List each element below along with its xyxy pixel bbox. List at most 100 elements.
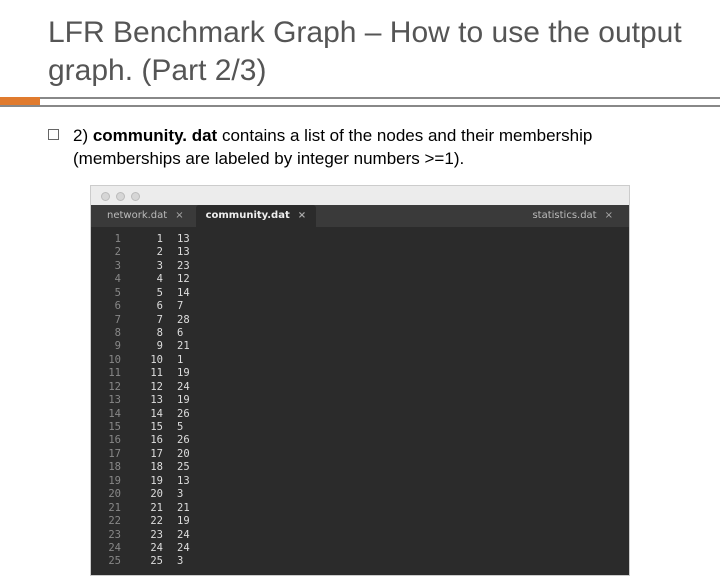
bullet-marker [48, 129, 59, 140]
membership-id: 13 [171, 246, 211, 259]
line-number: 11 [91, 367, 131, 380]
code-row: 111119 [91, 367, 629, 380]
code-row: 886 [91, 327, 629, 340]
code-row: 191913 [91, 475, 629, 488]
membership-id: 6 [171, 327, 211, 340]
line-number: 14 [91, 408, 131, 421]
line-number: 18 [91, 461, 131, 474]
bullet-filename: community. dat [93, 126, 217, 145]
editor-window: network.dat × community.dat × statistics… [90, 185, 630, 576]
code-row: 2213 [91, 246, 629, 259]
line-number: 5 [91, 287, 131, 300]
membership-id: 26 [171, 408, 211, 421]
tab-statistics[interactable]: statistics.dat × [522, 205, 629, 227]
membership-id: 28 [171, 314, 211, 327]
node-id: 14 [131, 408, 171, 421]
code-row: 242424 [91, 542, 629, 555]
code-row: 4412 [91, 273, 629, 286]
node-id: 1 [131, 233, 171, 246]
line-number: 17 [91, 448, 131, 461]
line-number: 3 [91, 260, 131, 273]
bullet-item: 2) community. dat contains a list of the… [48, 125, 672, 171]
line-number: 25 [91, 555, 131, 568]
tab-community[interactable]: community.dat × [196, 205, 317, 227]
code-row: 9921 [91, 340, 629, 353]
code-row: 181825 [91, 461, 629, 474]
node-id: 24 [131, 542, 171, 555]
membership-id: 21 [171, 502, 211, 515]
bullet-prefix: 2) [73, 126, 93, 145]
code-row: 141426 [91, 408, 629, 421]
code-row: 10101 [91, 354, 629, 367]
membership-id: 19 [171, 515, 211, 528]
line-number: 4 [91, 273, 131, 286]
membership-id: 5 [171, 421, 211, 434]
membership-id: 3 [171, 555, 211, 568]
line-number: 7 [91, 314, 131, 327]
node-id: 9 [131, 340, 171, 353]
node-id: 22 [131, 515, 171, 528]
line-number: 12 [91, 381, 131, 394]
code-row: 1113 [91, 233, 629, 246]
code-row: 15155 [91, 421, 629, 434]
membership-id: 25 [171, 461, 211, 474]
membership-id: 19 [171, 367, 211, 380]
node-id: 11 [131, 367, 171, 380]
code-row: 667 [91, 300, 629, 313]
window-controls [91, 186, 629, 205]
node-id: 5 [131, 287, 171, 300]
code-row: 222219 [91, 515, 629, 528]
node-id: 4 [131, 273, 171, 286]
line-number: 20 [91, 488, 131, 501]
membership-id: 3 [171, 488, 211, 501]
membership-id: 21 [171, 340, 211, 353]
window-dot [101, 192, 110, 201]
tab-label: statistics.dat [532, 210, 596, 221]
line-number: 8 [91, 327, 131, 340]
tab-label: community.dat [206, 210, 290, 221]
line-number: 9 [91, 340, 131, 353]
window-dot [131, 192, 140, 201]
close-icon[interactable]: × [298, 210, 306, 221]
line-number: 24 [91, 542, 131, 555]
line-number: 1 [91, 233, 131, 246]
line-number: 22 [91, 515, 131, 528]
membership-id: 14 [171, 287, 211, 300]
bullet-text: 2) community. dat contains a list of the… [73, 125, 672, 171]
node-id: 25 [131, 555, 171, 568]
code-row: 161626 [91, 434, 629, 447]
code-row: 212121 [91, 502, 629, 515]
node-id: 20 [131, 488, 171, 501]
tab-label: network.dat [107, 210, 167, 221]
code-row: 7728 [91, 314, 629, 327]
membership-id: 24 [171, 542, 211, 555]
node-id: 2 [131, 246, 171, 259]
node-id: 3 [131, 260, 171, 273]
membership-id: 20 [171, 448, 211, 461]
line-number: 19 [91, 475, 131, 488]
membership-id: 12 [171, 273, 211, 286]
node-id: 12 [131, 381, 171, 394]
membership-id: 26 [171, 434, 211, 447]
membership-id: 1 [171, 354, 211, 367]
window-dot [116, 192, 125, 201]
line-number: 15 [91, 421, 131, 434]
close-icon[interactable]: × [605, 210, 613, 221]
code-row: 171720 [91, 448, 629, 461]
slide-title: LFR Benchmark Graph – How to use the out… [0, 0, 720, 95]
code-row: 3323 [91, 260, 629, 273]
close-icon[interactable]: × [175, 210, 183, 221]
line-number: 10 [91, 354, 131, 367]
tab-network[interactable]: network.dat × [97, 205, 194, 227]
membership-id: 13 [171, 233, 211, 246]
membership-id: 24 [171, 381, 211, 394]
membership-id: 23 [171, 260, 211, 273]
tab-bar: network.dat × community.dat × statistics… [91, 205, 629, 227]
code-row: 25253 [91, 555, 629, 568]
membership-id: 13 [171, 475, 211, 488]
membership-id: 7 [171, 300, 211, 313]
node-id: 10 [131, 354, 171, 367]
code-row: 5514 [91, 287, 629, 300]
node-id: 16 [131, 434, 171, 447]
line-number: 2 [91, 246, 131, 259]
